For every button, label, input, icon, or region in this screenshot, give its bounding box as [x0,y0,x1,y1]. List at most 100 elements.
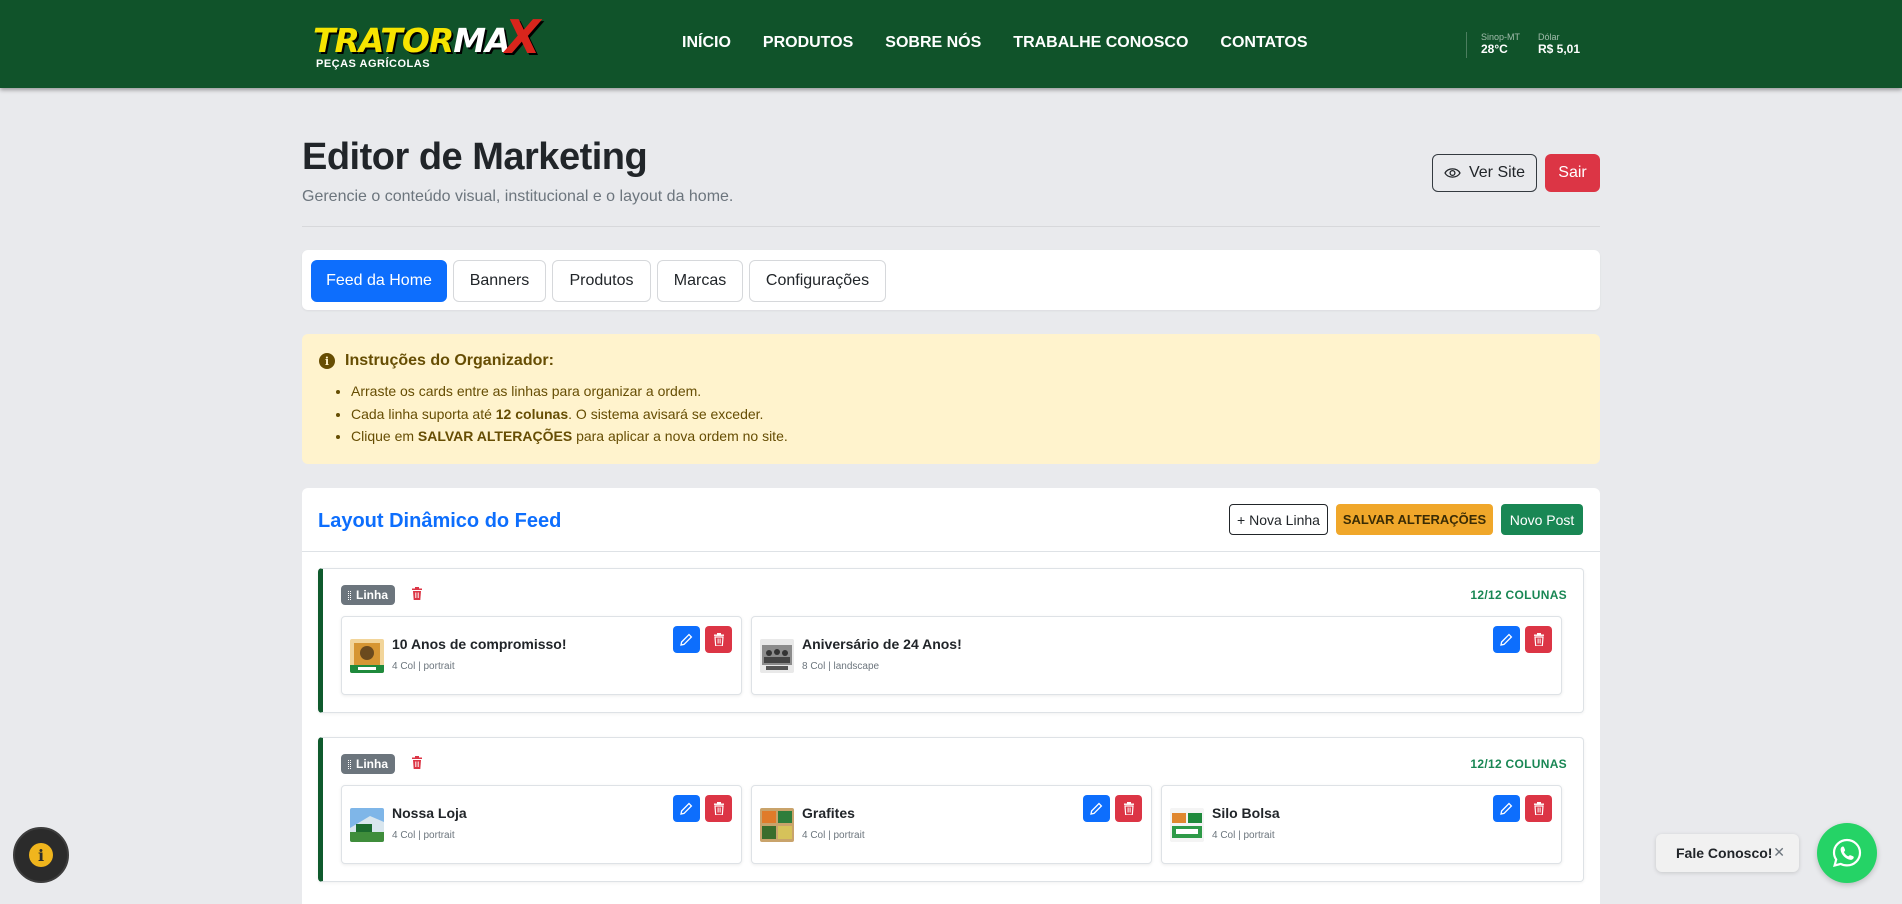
trash-icon [1533,802,1544,815]
post-meta: 4 Col | portrait [392,830,455,841]
post-thumbnail [760,639,794,673]
delete-post-button[interactable] [705,626,732,653]
post-card[interactable]: Aniversário de 24 Anos! 8 Col | landscap… [751,616,1562,695]
nova-linha-button[interactable]: + Nova Linha [1229,504,1328,535]
row-drag-handle[interactable]: Linha [341,754,395,774]
grip-icon [348,590,351,600]
instruction-item: Cada linha suporta até 12 colunas. O sis… [351,403,788,426]
edit-post-button[interactable] [1083,795,1110,822]
row-drag-handle[interactable]: Linha [341,585,395,605]
column-count: 12/12 COLUNAS [1470,757,1567,771]
tratormax-logo[interactable]: TRATORMA X PEÇAS AGRÍCOLAS [313,10,553,72]
feed-row[interactable]: Linha 12/12 COLUNAS Nossa Loja 4 Col | p… [318,737,1584,882]
feed-divider [302,551,1600,552]
instructions-list: Arraste os cards entre as linhas para or… [351,380,788,448]
fale-conosco-bubble[interactable]: Fale Conosco! ✕ [1656,834,1799,872]
post-title: Aniversário de 24 Anos! [802,636,962,652]
main-nav: INÍCIO PRODUTOS SOBRE NÓS TRABALHE CONOS… [682,34,1308,52]
delete-post-button[interactable] [705,795,732,822]
post-meta: 8 Col | landscape [802,661,880,672]
post-title: 10 Anos de compromisso! [392,636,567,652]
ver-site-button[interactable]: Ver Site [1432,154,1537,192]
edit-post-button[interactable] [1493,795,1520,822]
post-title: Grafites [802,805,855,821]
instruction-item: Clique em SALVAR ALTERAÇÕES para aplicar… [351,425,788,448]
post-title: Nossa Loja [392,805,467,821]
dollar-value: R$ 5,01 [1538,42,1581,56]
weather-label: Sinop-MT [1481,32,1521,42]
post-thumbnail [350,808,384,842]
logo-subtitle: PEÇAS AGRÍCOLAS [316,58,431,70]
whatsapp-icon [1832,838,1862,868]
info-circle-icon: i [319,353,335,369]
post-card[interactable]: Nossa Loja 4 Col | portrait [341,785,742,864]
dollar-label: Dólar [1538,32,1560,42]
tab-produtos[interactable]: Produtos [552,260,651,302]
pencil-icon [1090,802,1103,815]
nav-trabalhe-conosco[interactable]: TRABALHE CONOSCO [1013,34,1188,52]
post-thumbnail [760,808,794,842]
nav-inicio[interactable]: INÍCIO [682,34,731,52]
edit-post-button[interactable] [673,795,700,822]
pencil-icon [680,802,693,815]
grip-icon [348,759,351,769]
page-title: Editor de Marketing [302,136,648,178]
info-icon: i [29,843,53,867]
trash-icon [713,633,724,646]
post-card[interactable]: Silo Bolsa 4 Col | portrait [1161,785,1562,864]
delete-post-button[interactable] [1525,795,1552,822]
page-subtitle: Gerencie o conteúdo visual, instituciona… [302,188,734,205]
post-card[interactable]: Grafites 4 Col | portrait [751,785,1152,864]
delete-row-icon[interactable] [411,756,423,772]
trash-icon [1123,802,1134,815]
tab-configuracoes[interactable]: Configurações [749,260,886,302]
tab-marcas[interactable]: Marcas [657,260,743,302]
weather-widget: Sinop-MT 28°C [1481,32,1520,56]
nav-produtos[interactable]: PRODUTOS [763,34,853,52]
tab-banners[interactable]: Banners [453,260,546,302]
weather-value: 28°C [1481,42,1508,56]
delete-row-icon[interactable] [411,587,423,603]
eye-icon [1444,168,1461,178]
novo-post-button[interactable]: Novo Post [1501,504,1583,535]
post-meta: 4 Col | portrait [1212,830,1275,841]
post-meta: 4 Col | portrait [392,661,455,672]
edit-post-button[interactable] [1493,626,1520,653]
post-thumbnail [1170,808,1204,842]
delete-post-button[interactable] [1525,626,1552,653]
whatsapp-button[interactable] [1817,823,1877,883]
column-count: 12/12 COLUNAS [1470,588,1567,602]
feed-layout-panel: Layout Dinâmico do Feed + Nova Linha SAL… [302,488,1600,904]
dollar-widget: Dólar R$ 5,01 [1538,32,1580,56]
edit-post-button[interactable] [673,626,700,653]
nav-divider [1466,32,1467,58]
instructions-title: Instruções do Organizador: [345,352,554,369]
nav-sobre-nos[interactable]: SOBRE NÓS [885,34,981,52]
trash-icon [713,802,724,815]
post-meta: 4 Col | portrait [802,830,865,841]
delete-post-button[interactable] [1115,795,1142,822]
ver-site-label: Ver Site [1468,164,1526,181]
feed-title: Layout Dinâmico do Feed [318,510,562,532]
tab-feed-da-home[interactable]: Feed da Home [311,260,447,302]
accessibility-info-button[interactable]: i [13,827,69,883]
instructions-alert: i Instruções do Organizador: Arraste os … [302,334,1600,464]
sair-button[interactable]: Sair [1545,154,1600,192]
instruction-item: Arraste os cards entre as linhas para or… [351,380,788,403]
feed-row[interactable]: Linha 12/12 COLUNAS 10 Anos de compromis… [318,568,1584,713]
tabs-bar: Feed da Home Banners Produtos Marcas Con… [302,250,1600,310]
post-card[interactable]: 10 Anos de compromisso! 4 Col | portrait [341,616,742,695]
pencil-icon [680,633,693,646]
post-title: Silo Bolsa [1212,805,1280,821]
nav-contatos[interactable]: CONTATOS [1220,34,1307,52]
salvar-alteracoes-button[interactable]: SALVAR ALTERAÇÕES [1336,504,1493,535]
instructions-title-row: i Instruções do Organizador: [319,352,554,370]
top-navbar: TRATORMA X PEÇAS AGRÍCOLAS INÍCIO PRODUT… [0,0,1902,88]
header-divider [302,226,1600,227]
trash-icon [1533,633,1544,646]
logo-x-mark: X [505,10,541,64]
fale-conosco-label: Fale Conosco! [1676,845,1773,861]
row-header: Linha [341,585,423,605]
logo-wordmark: TRATORMA [313,21,511,60]
close-icon[interactable]: ✕ [1773,844,1785,861]
